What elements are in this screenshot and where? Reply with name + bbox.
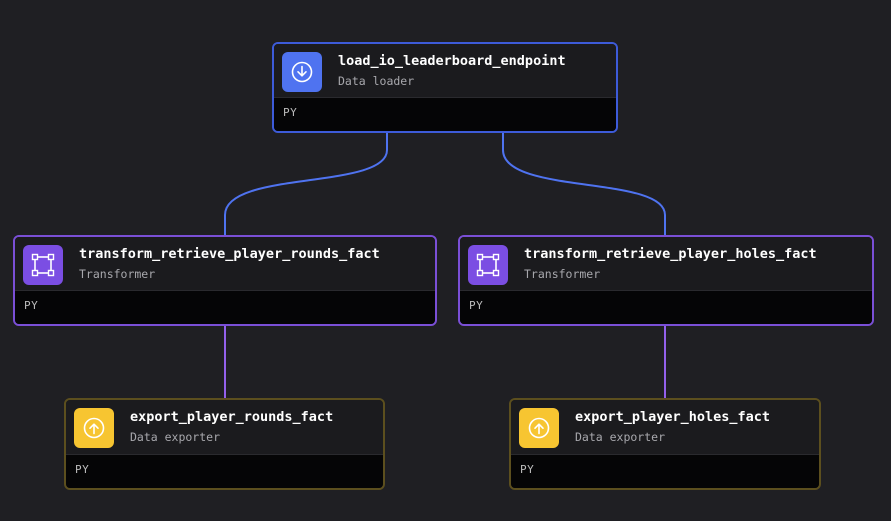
node-title: export_player_holes_fact xyxy=(575,409,771,425)
node-language: PY xyxy=(520,463,535,476)
node-transform-retrieve-player-rounds-fact[interactable]: transform_retrieve_player_rounds_fact Tr… xyxy=(13,235,437,326)
node-footer: PY xyxy=(15,290,435,324)
edge-loader-to-transform-rounds xyxy=(224,133,388,237)
node-header: export_player_holes_fact Data exporter xyxy=(511,400,819,455)
node-header: transform_retrieve_player_holes_fact Tra… xyxy=(460,237,872,292)
node-type: Transformer xyxy=(79,267,156,281)
node-footer: PY xyxy=(274,97,616,131)
node-footer: PY xyxy=(66,454,383,488)
pipeline-canvas[interactable]: load_io_leaderboard_endpoint Data loader… xyxy=(0,0,891,521)
node-header: transform_retrieve_player_rounds_fact Tr… xyxy=(15,237,435,292)
download-icon xyxy=(282,52,322,92)
node-transform-retrieve-player-holes-fact[interactable]: transform_retrieve_player_holes_fact Tra… xyxy=(458,235,874,326)
node-export-player-holes-fact[interactable]: export_player_holes_fact Data exporter P… xyxy=(509,398,821,490)
node-language: PY xyxy=(24,299,39,312)
upload-icon xyxy=(74,408,114,448)
node-language: PY xyxy=(75,463,90,476)
edge-loader-to-transform-holes xyxy=(502,133,666,237)
frame-icon xyxy=(23,245,63,285)
node-header: export_player_rounds_fact Data exporter xyxy=(66,400,383,455)
node-footer: PY xyxy=(460,290,872,324)
node-language: PY xyxy=(283,106,298,119)
node-title: transform_retrieve_player_rounds_fact xyxy=(79,246,380,262)
frame-icon xyxy=(468,245,508,285)
node-language: PY xyxy=(469,299,484,312)
node-title: export_player_rounds_fact xyxy=(130,409,334,425)
node-type: Data exporter xyxy=(575,430,666,444)
node-load-io-leaderboard-endpoint[interactable]: load_io_leaderboard_endpoint Data loader… xyxy=(272,42,618,133)
node-title: transform_retrieve_player_holes_fact xyxy=(524,246,817,262)
node-type: Data exporter xyxy=(130,430,221,444)
node-header: load_io_leaderboard_endpoint Data loader xyxy=(274,44,616,99)
node-title: load_io_leaderboard_endpoint xyxy=(338,53,566,69)
node-footer: PY xyxy=(511,454,819,488)
node-export-player-rounds-fact[interactable]: export_player_rounds_fact Data exporter … xyxy=(64,398,385,490)
upload-icon xyxy=(519,408,559,448)
node-type: Data loader xyxy=(338,74,415,88)
node-type: Transformer xyxy=(524,267,601,281)
